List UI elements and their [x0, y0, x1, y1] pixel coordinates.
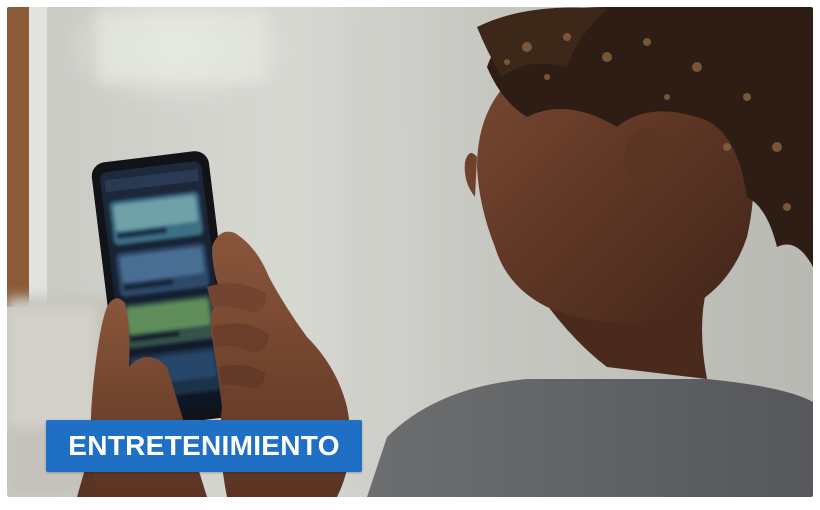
article-card[interactable]: ENTRETENIMIENTO [7, 7, 813, 497]
category-badge[interactable]: ENTRETENIMIENTO [46, 420, 362, 472]
category-badge-label: ENTRETENIMIENTO [68, 430, 340, 461]
